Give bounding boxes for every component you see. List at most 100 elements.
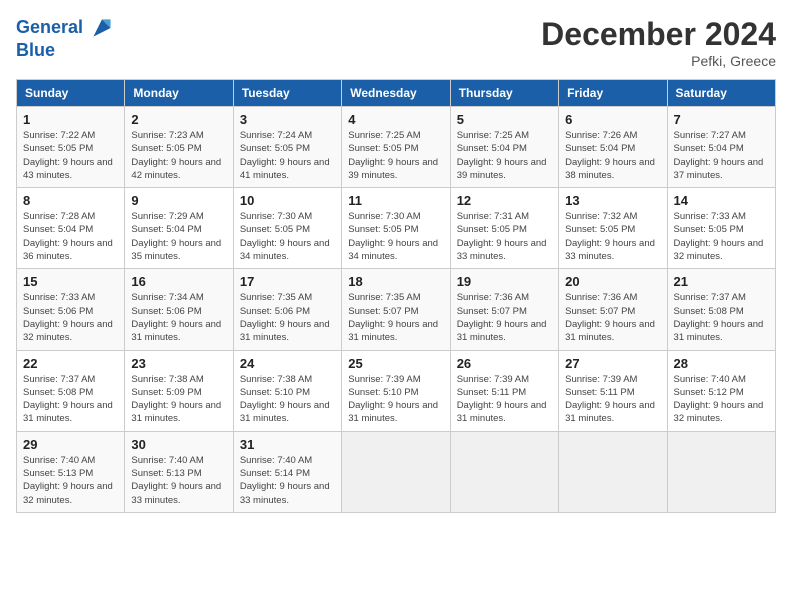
weekday-header-cell: Monday <box>125 80 233 107</box>
day-detail: Sunrise: 7:32 AM Sunset: 5:05 PM Dayligh… <box>565 210 660 263</box>
day-number: 16 <box>131 274 226 289</box>
day-detail: Sunrise: 7:40 AM Sunset: 5:12 PM Dayligh… <box>674 373 769 426</box>
day-number: 29 <box>23 437 118 452</box>
calendar-cell: 3Sunrise: 7:24 AM Sunset: 5:05 PM Daylig… <box>233 107 341 188</box>
calendar-cell: 2 Sunrise: 7:23 AM Sunset: 5:05 PM Daylig… <box>125 107 233 188</box>
calendar-row: 22 Sunrise: 7:37 AM Sunset: 5:08 PM Dayli… <box>17 350 776 431</box>
day-detail: Sunrise: 7:39 AM Sunset: 5:11 PM Dayligh… <box>457 373 552 426</box>
calendar-row: 29 Sunrise: 7:40 AM Sunset: 5:13 PM Dayli… <box>17 431 776 512</box>
day-detail: Sunrise: 7:27 AM Sunset: 5:04 PM Dayligh… <box>674 129 769 182</box>
day-number: 6 <box>565 112 660 127</box>
day-detail: Sunrise: 7:25 AM Sunset: 5:05 PM Dayligh… <box>348 129 443 182</box>
calendar-cell: 26 Sunrise: 7:39 AM Sunset: 5:11 PM Dayli… <box>450 350 558 431</box>
day-detail: Sunrise: 7:38 AM Sunset: 5:10 PM Dayligh… <box>240 373 335 426</box>
calendar-cell <box>667 431 775 512</box>
calendar-cell: 22 Sunrise: 7:37 AM Sunset: 5:08 PM Dayli… <box>17 350 125 431</box>
day-number: 13 <box>565 193 660 208</box>
calendar-cell: 15Sunrise: 7:33 AM Sunset: 5:06 PM Dayli… <box>17 269 125 350</box>
calendar-cell: 21 Sunrise: 7:37 AM Sunset: 5:08 PM Dayli… <box>667 269 775 350</box>
weekday-header-cell: Saturday <box>667 80 775 107</box>
calendar-row: 1 Sunrise: 7:22 AM Sunset: 5:05 PM Daylig… <box>17 107 776 188</box>
calendar-body: 1 Sunrise: 7:22 AM Sunset: 5:05 PM Daylig… <box>17 107 776 513</box>
day-detail: Sunrise: 7:40 AM Sunset: 5:13 PM Dayligh… <box>23 454 118 507</box>
calendar-cell: 18 Sunrise: 7:35 AM Sunset: 5:07 PM Dayli… <box>342 269 450 350</box>
day-number: 27 <box>565 356 660 371</box>
calendar-cell: 27Sunrise: 7:39 AM Sunset: 5:11 PM Dayli… <box>559 350 667 431</box>
calendar-cell: 7 Sunrise: 7:27 AM Sunset: 5:04 PM Daylig… <box>667 107 775 188</box>
day-number: 23 <box>131 356 226 371</box>
calendar-cell: 6 Sunrise: 7:26 AM Sunset: 5:04 PM Daylig… <box>559 107 667 188</box>
day-detail: Sunrise: 7:35 AM Sunset: 5:07 PM Dayligh… <box>348 291 443 344</box>
day-number: 30 <box>131 437 226 452</box>
day-detail: Sunrise: 7:30 AM Sunset: 5:05 PM Dayligh… <box>348 210 443 263</box>
day-number: 2 <box>131 112 226 127</box>
day-number: 18 <box>348 274 443 289</box>
day-detail: Sunrise: 7:22 AM Sunset: 5:05 PM Dayligh… <box>23 129 118 182</box>
day-number: 31 <box>240 437 335 452</box>
day-number: 5 <box>457 112 552 127</box>
day-number: 11 <box>348 193 443 208</box>
calendar-cell: 10Sunrise: 7:30 AM Sunset: 5:05 PM Dayli… <box>233 188 341 269</box>
calendar-cell: 17 Sunrise: 7:35 AM Sunset: 5:06 PM Dayli… <box>233 269 341 350</box>
calendar-cell: 23 Sunrise: 7:38 AM Sunset: 5:09 PM Dayli… <box>125 350 233 431</box>
day-number: 4 <box>348 112 443 127</box>
day-number: 26 <box>457 356 552 371</box>
logo: General Blue <box>16 16 114 62</box>
logo-text: General <box>16 16 114 40</box>
logo-text-blue: Blue <box>16 40 114 62</box>
day-detail: Sunrise: 7:39 AM Sunset: 5:10 PM Dayligh… <box>348 373 443 426</box>
day-detail: Sunrise: 7:34 AM Sunset: 5:06 PM Dayligh… <box>131 291 226 344</box>
logo-icon <box>90 16 114 40</box>
calendar-table: SundayMondayTuesdayWednesdayThursdayFrid… <box>16 79 776 513</box>
calendar-cell: 8 Sunrise: 7:28 AM Sunset: 5:04 PM Daylig… <box>17 188 125 269</box>
day-detail: Sunrise: 7:37 AM Sunset: 5:08 PM Dayligh… <box>23 373 118 426</box>
day-number: 21 <box>674 274 769 289</box>
day-detail: Sunrise: 7:26 AM Sunset: 5:04 PM Dayligh… <box>565 129 660 182</box>
weekday-header-cell: Friday <box>559 80 667 107</box>
day-detail: Sunrise: 7:37 AM Sunset: 5:08 PM Dayligh… <box>674 291 769 344</box>
day-number: 7 <box>674 112 769 127</box>
day-number: 10 <box>240 193 335 208</box>
day-detail: Sunrise: 7:40 AM Sunset: 5:14 PM Dayligh… <box>240 454 335 507</box>
calendar-cell: 20 Sunrise: 7:36 AM Sunset: 5:07 PM Dayli… <box>559 269 667 350</box>
day-detail: Sunrise: 7:23 AM Sunset: 5:05 PM Dayligh… <box>131 129 226 182</box>
day-number: 17 <box>240 274 335 289</box>
day-number: 22 <box>23 356 118 371</box>
day-detail: Sunrise: 7:35 AM Sunset: 5:06 PM Dayligh… <box>240 291 335 344</box>
day-detail: Sunrise: 7:28 AM Sunset: 5:04 PM Dayligh… <box>23 210 118 263</box>
day-number: 24 <box>240 356 335 371</box>
calendar-cell <box>559 431 667 512</box>
day-number: 8 <box>23 193 118 208</box>
day-number: 19 <box>457 274 552 289</box>
day-number: 9 <box>131 193 226 208</box>
day-number: 12 <box>457 193 552 208</box>
calendar-cell: 11 Sunrise: 7:30 AM Sunset: 5:05 PM Dayli… <box>342 188 450 269</box>
calendar-cell <box>450 431 558 512</box>
calendar-cell: 1 Sunrise: 7:22 AM Sunset: 5:05 PM Daylig… <box>17 107 125 188</box>
title-block: December 2024 Pefki, Greece <box>541 16 776 69</box>
calendar-cell: 28Sunrise: 7:40 AM Sunset: 5:12 PM Dayli… <box>667 350 775 431</box>
day-detail: Sunrise: 7:29 AM Sunset: 5:04 PM Dayligh… <box>131 210 226 263</box>
day-number: 1 <box>23 112 118 127</box>
day-number: 15 <box>23 274 118 289</box>
day-detail: Sunrise: 7:31 AM Sunset: 5:05 PM Dayligh… <box>457 210 552 263</box>
day-number: 14 <box>674 193 769 208</box>
day-detail: Sunrise: 7:25 AM Sunset: 5:04 PM Dayligh… <box>457 129 552 182</box>
weekday-header-cell: Thursday <box>450 80 558 107</box>
calendar-row: 15Sunrise: 7:33 AM Sunset: 5:06 PM Dayli… <box>17 269 776 350</box>
calendar-cell: 4 Sunrise: 7:25 AM Sunset: 5:05 PM Daylig… <box>342 107 450 188</box>
day-number: 3 <box>240 112 335 127</box>
calendar-cell: 24 Sunrise: 7:38 AM Sunset: 5:10 PM Dayli… <box>233 350 341 431</box>
calendar-cell: 31 Sunrise: 7:40 AM Sunset: 5:14 PM Dayli… <box>233 431 341 512</box>
day-detail: Sunrise: 7:36 AM Sunset: 5:07 PM Dayligh… <box>565 291 660 344</box>
month-title: December 2024 <box>541 16 776 53</box>
weekday-header-cell: Wednesday <box>342 80 450 107</box>
day-detail: Sunrise: 7:36 AM Sunset: 5:07 PM Dayligh… <box>457 291 552 344</box>
calendar-cell: 9 Sunrise: 7:29 AM Sunset: 5:04 PM Daylig… <box>125 188 233 269</box>
day-number: 20 <box>565 274 660 289</box>
calendar-cell: 25Sunrise: 7:39 AM Sunset: 5:10 PM Dayli… <box>342 350 450 431</box>
calendar-cell: 29 Sunrise: 7:40 AM Sunset: 5:13 PM Dayli… <box>17 431 125 512</box>
day-detail: Sunrise: 7:38 AM Sunset: 5:09 PM Dayligh… <box>131 373 226 426</box>
calendar-cell: 30Sunrise: 7:40 AM Sunset: 5:13 PM Dayli… <box>125 431 233 512</box>
calendar-cell: 13 Sunrise: 7:32 AM Sunset: 5:05 PM Dayli… <box>559 188 667 269</box>
